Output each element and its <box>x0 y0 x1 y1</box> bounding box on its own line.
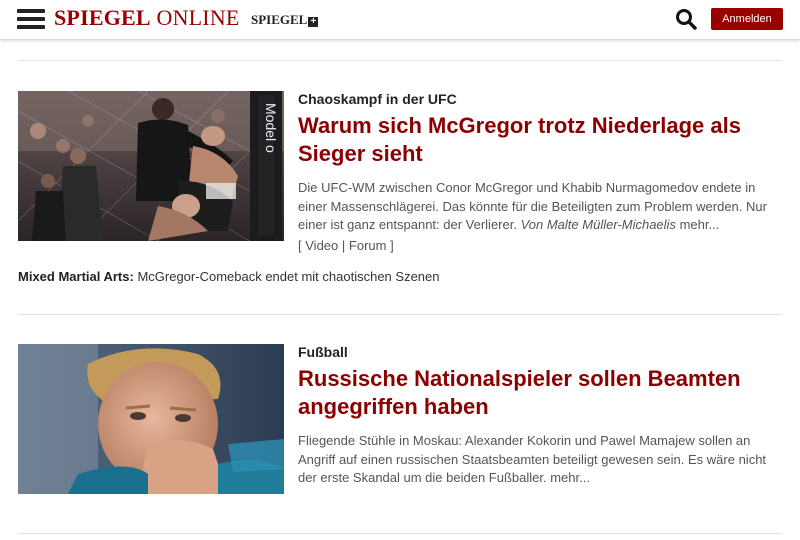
site-header: SPIEGEL ONLINE SPIEGEL + Anmelden <box>0 0 800 40</box>
menu-icon-bar <box>17 9 45 13</box>
plus-icon: + <box>308 17 319 27</box>
sublogo-text: SPIEGEL <box>251 12 308 27</box>
related-label: Mixed Martial Arts: <box>18 269 134 284</box>
search-icon[interactable] <box>675 8 697 30</box>
bracket-close: ] <box>390 237 394 253</box>
article-teaser: Model o Chaoskampf in der UFC Warum sich… <box>18 91 782 261</box>
logo-light-text: ONLINE <box>150 5 240 30</box>
article-kicker: Fußball <box>298 344 348 360</box>
menu-icon[interactable] <box>17 9 45 29</box>
related-link[interactable]: Mixed Martial Arts: McGregor-Comeback en… <box>18 269 440 284</box>
more-link[interactable]: mehr... <box>680 217 720 232</box>
login-button[interactable]: Anmelden <box>711 8 783 30</box>
menu-icon-bar <box>17 17 45 21</box>
article-author: Von Malte Müller-Michaelis <box>520 217 676 232</box>
svg-text:Model o: Model o <box>263 103 279 153</box>
article-teaser-text: Fliegende Stühle in Moskau: Alexander Ko… <box>298 432 782 488</box>
article-headline[interactable]: Warum sich McGregor trotz Niederlage als… <box>298 112 782 168</box>
forum-link[interactable]: Forum <box>349 238 387 253</box>
article-teaser: Fußball Russische Nationalspieler sollen… <box>18 344 782 504</box>
video-link[interactable]: Video <box>305 238 338 253</box>
related-text[interactable]: McGregor-Comeback endet mit chaotischen … <box>137 269 439 284</box>
article-headline[interactable]: Russische Nationalspieler sollen Beamten… <box>298 365 782 421</box>
more-link[interactable]: mehr... <box>550 470 590 485</box>
divider <box>18 314 782 315</box>
menu-icon-bar <box>17 25 45 29</box>
article-image[interactable]: Model o <box>18 91 284 241</box>
spiegel-plus-logo[interactable]: SPIEGEL + <box>251 12 319 28</box>
bracket-open: [ <box>298 237 302 253</box>
article-kicker: Chaoskampf in der UFC <box>298 91 457 107</box>
teaser-body: Fliegende Stühle in Moskau: Alexander Ko… <box>298 433 767 485</box>
link-separator: | <box>341 237 346 253</box>
article-teaser-text: Die UFC-WM zwischen Conor McGregor und K… <box>298 179 782 235</box>
article-text: Fußball Russische Nationalspieler sollen… <box>298 344 782 488</box>
article-text: Chaoskampf in der UFC Warum sich McGrego… <box>298 91 782 255</box>
site-logo[interactable]: SPIEGEL ONLINE <box>54 5 240 31</box>
media-links: [ Video | Forum ] <box>298 237 782 255</box>
divider <box>18 60 782 61</box>
divider <box>18 533 782 534</box>
logo-bold-text: SPIEGEL <box>54 5 151 30</box>
article-image[interactable] <box>18 344 284 494</box>
